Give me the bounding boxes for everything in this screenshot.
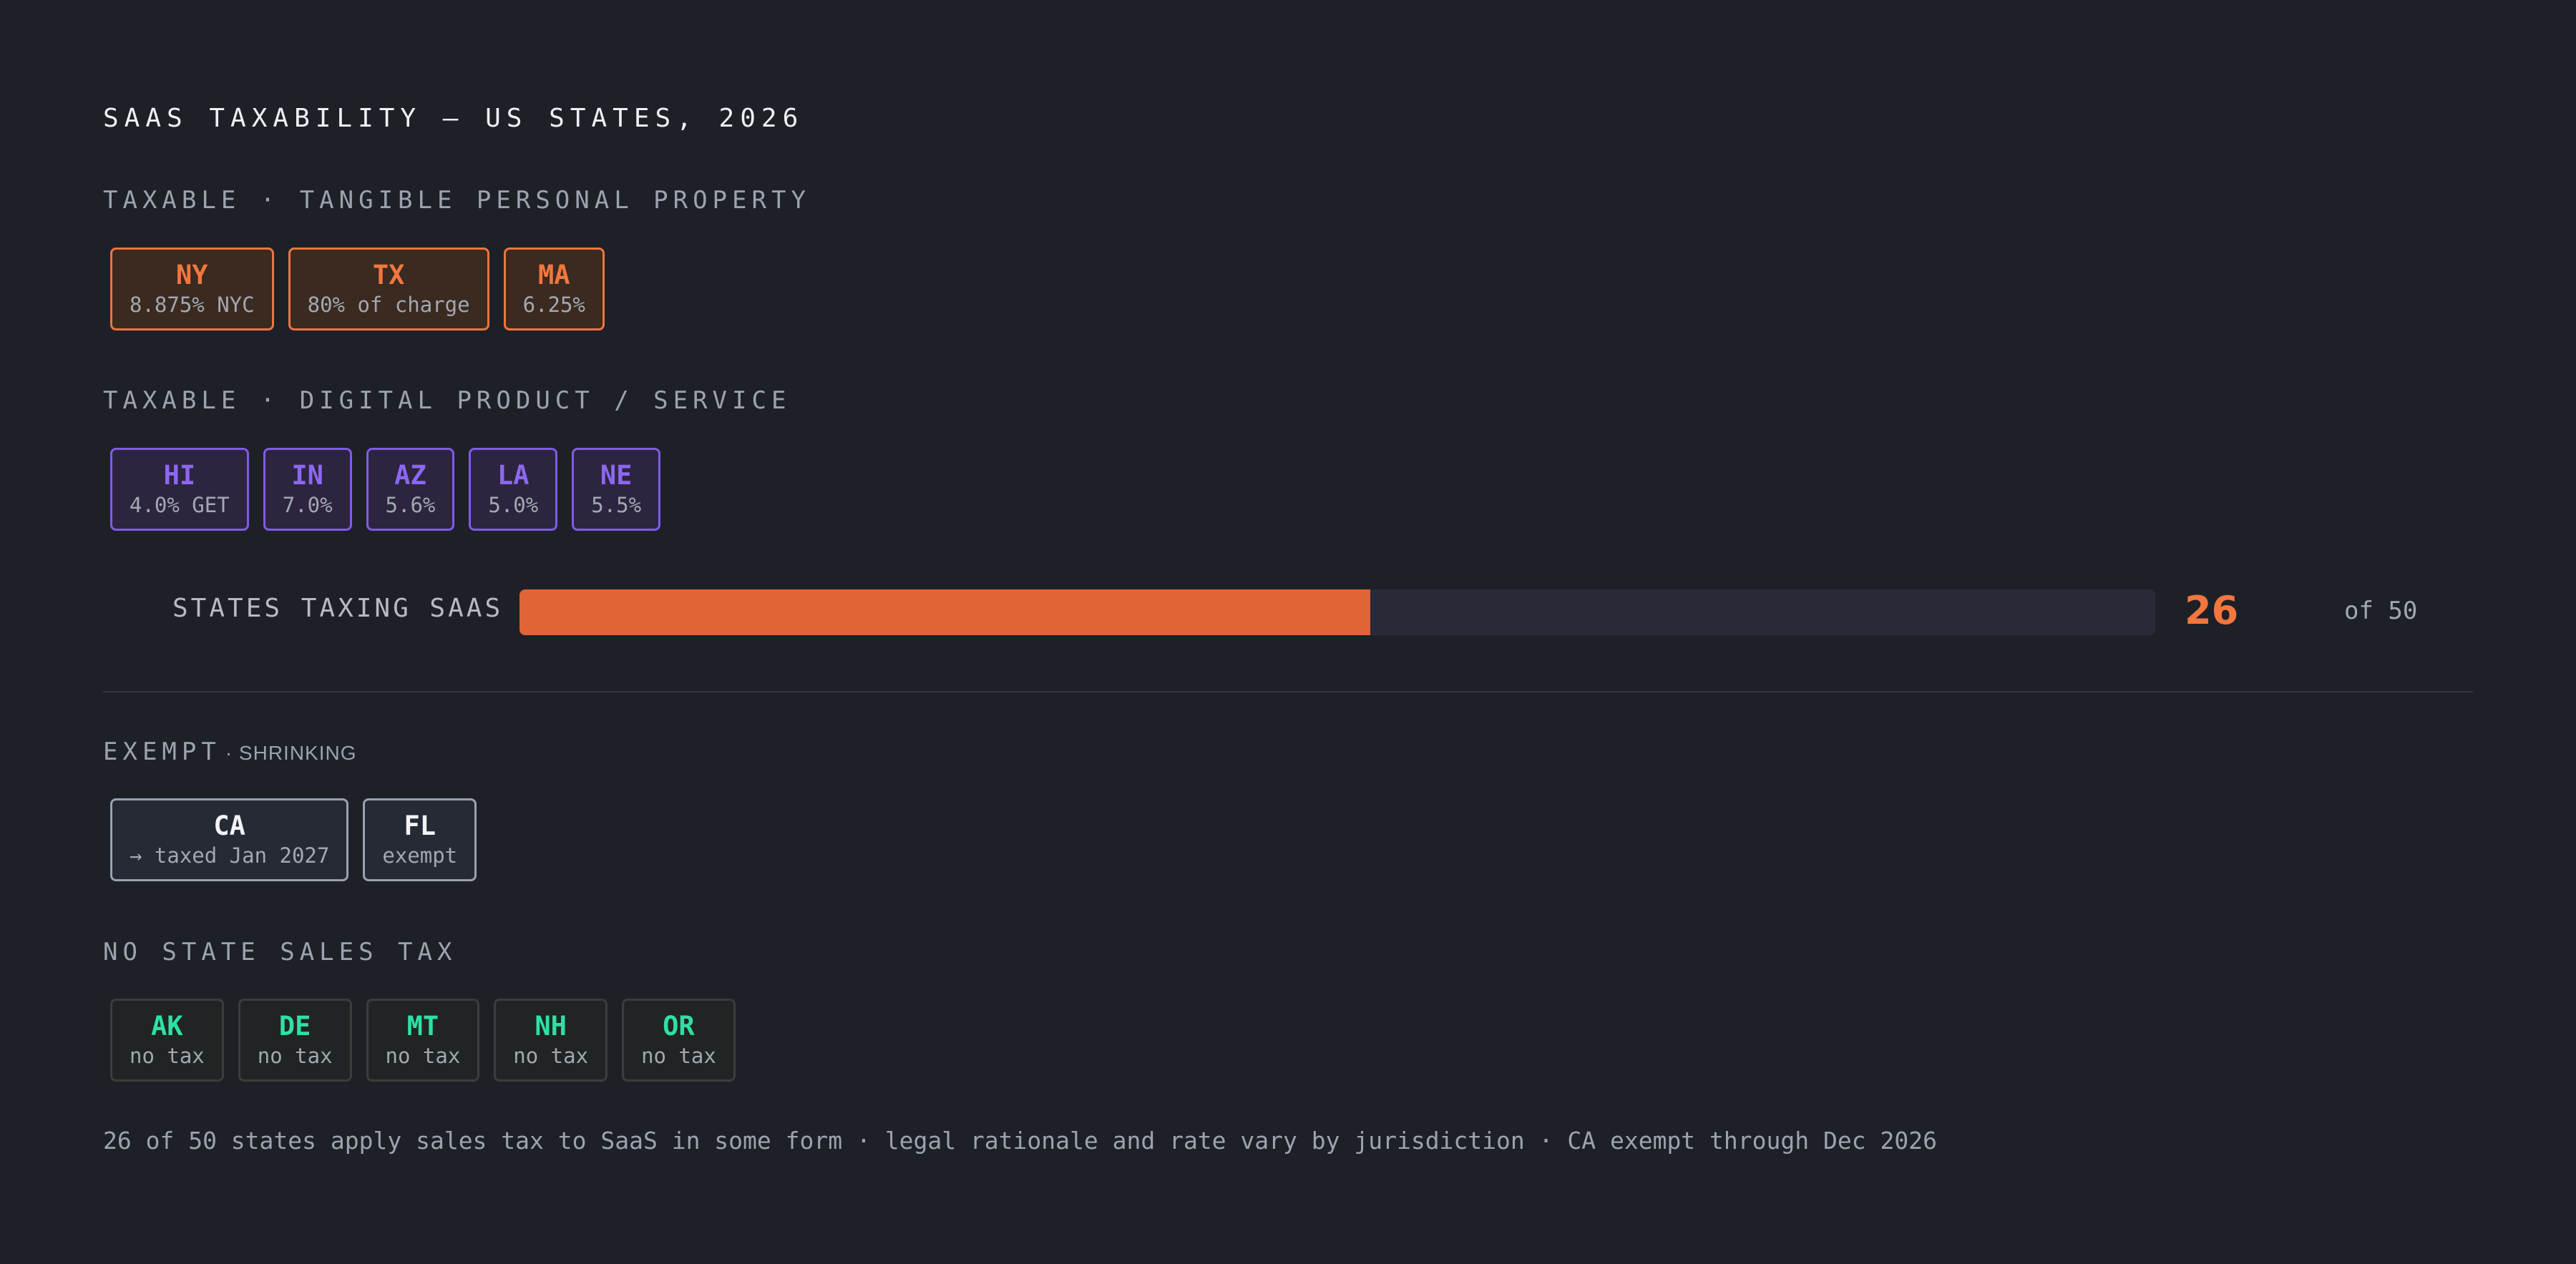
- state-code: NY: [176, 260, 208, 290]
- state-code: IN: [291, 460, 323, 491]
- state-note: 5.5%: [591, 493, 642, 517]
- state-chip-ca: CA → taxed Jan 2027: [110, 798, 349, 881]
- chip-group-exempt: CA → taxed Jan 2027 FL exempt: [110, 798, 477, 881]
- state-chip-ma: MA 6.25%: [503, 248, 605, 330]
- state-note: 8.875% NYC: [130, 293, 255, 317]
- state-note: 5.0%: [488, 493, 539, 517]
- state-note: 80% of charge: [307, 293, 470, 317]
- state-code: NH: [535, 1011, 567, 1042]
- state-note: → taxed Jan 2027: [130, 843, 330, 868]
- state-chip-tx: TX 80% of charge: [288, 248, 489, 330]
- state-chip-in: IN 7.0%: [263, 448, 352, 531]
- state-note: 6.25%: [522, 293, 585, 317]
- states-taxing-saas-bar: STATES TAXING SAAS 26 of 50: [103, 587, 2473, 638]
- section-label-digital: TAXABLE · DIGITAL PRODUCT / SERVICE: [103, 386, 791, 415]
- state-code: CA: [213, 810, 245, 841]
- state-chip-az: AZ 5.6%: [366, 448, 455, 531]
- bar-total: of 50: [2344, 597, 2418, 625]
- state-code: DE: [278, 1011, 311, 1042]
- state-chip-nh: NH no tax: [494, 999, 608, 1082]
- state-note: no tax: [130, 1044, 205, 1068]
- state-chip-or: OR no tax: [622, 999, 736, 1082]
- section-label-exempt: EXEMPT · SHRINKING: [103, 738, 357, 766]
- state-code: FL: [404, 810, 436, 841]
- exempt-sublabel: · SHRINKING: [225, 742, 357, 764]
- exempt-label: EXEMPT: [103, 738, 221, 766]
- state-note: exempt: [382, 843, 458, 868]
- divider: [103, 691, 2473, 692]
- bar-label: STATES TAXING SAAS: [172, 594, 504, 623]
- state-chip-fl: FL exempt: [363, 798, 477, 881]
- chip-group-notax: AK no tax DE no tax MT no tax NH no tax OR no tax: [110, 999, 736, 1082]
- bar-value: 26: [2185, 588, 2239, 633]
- state-code: LA: [497, 460, 530, 491]
- state-note: no tax: [257, 1044, 333, 1068]
- bar-fill: [519, 589, 1370, 635]
- state-code: OR: [663, 1011, 695, 1042]
- state-chip-de: DE no tax: [238, 999, 352, 1082]
- footnote: 26 of 50 states apply sales tax to SaaS …: [103, 1127, 1937, 1155]
- state-code: NE: [600, 460, 633, 491]
- state-code: AZ: [394, 460, 426, 491]
- state-note: no tax: [513, 1044, 589, 1068]
- state-chip-la: LA 5.0%: [469, 448, 558, 531]
- state-code: HI: [163, 460, 196, 491]
- state-chip-ne: NE 5.5%: [572, 448, 661, 531]
- state-code: TX: [372, 260, 405, 290]
- state-note: 5.6%: [385, 493, 436, 517]
- state-code: AK: [151, 1011, 183, 1042]
- chip-group-digital: HI 4.0% GET IN 7.0% AZ 5.6% LA 5.0% NE 5.5%: [110, 448, 661, 531]
- state-chip-mt: MT no tax: [366, 999, 480, 1082]
- state-chip-ak: AK no tax: [110, 999, 224, 1082]
- chip-group-tpp: NY 8.875% NYC TX 80% of charge MA 6.25%: [110, 248, 605, 330]
- state-code: MT: [406, 1011, 439, 1042]
- state-code: MA: [537, 260, 570, 290]
- state-note: 4.0% GET: [130, 493, 230, 517]
- state-note: no tax: [641, 1044, 716, 1068]
- section-label-tpp: TAXABLE · TANGIBLE PERSONAL PROPERTY: [103, 186, 811, 215]
- state-chip-ny: NY 8.875% NYC: [110, 248, 274, 330]
- page-title: SAAS TAXABILITY — US STATES, 2026: [103, 104, 804, 133]
- bar-track: [519, 589, 2155, 635]
- state-note: 7.0%: [282, 493, 333, 517]
- state-chip-hi: HI 4.0% GET: [110, 448, 249, 531]
- state-note: no tax: [385, 1044, 461, 1068]
- section-label-notax: NO STATE SALES TAX: [103, 938, 457, 966]
